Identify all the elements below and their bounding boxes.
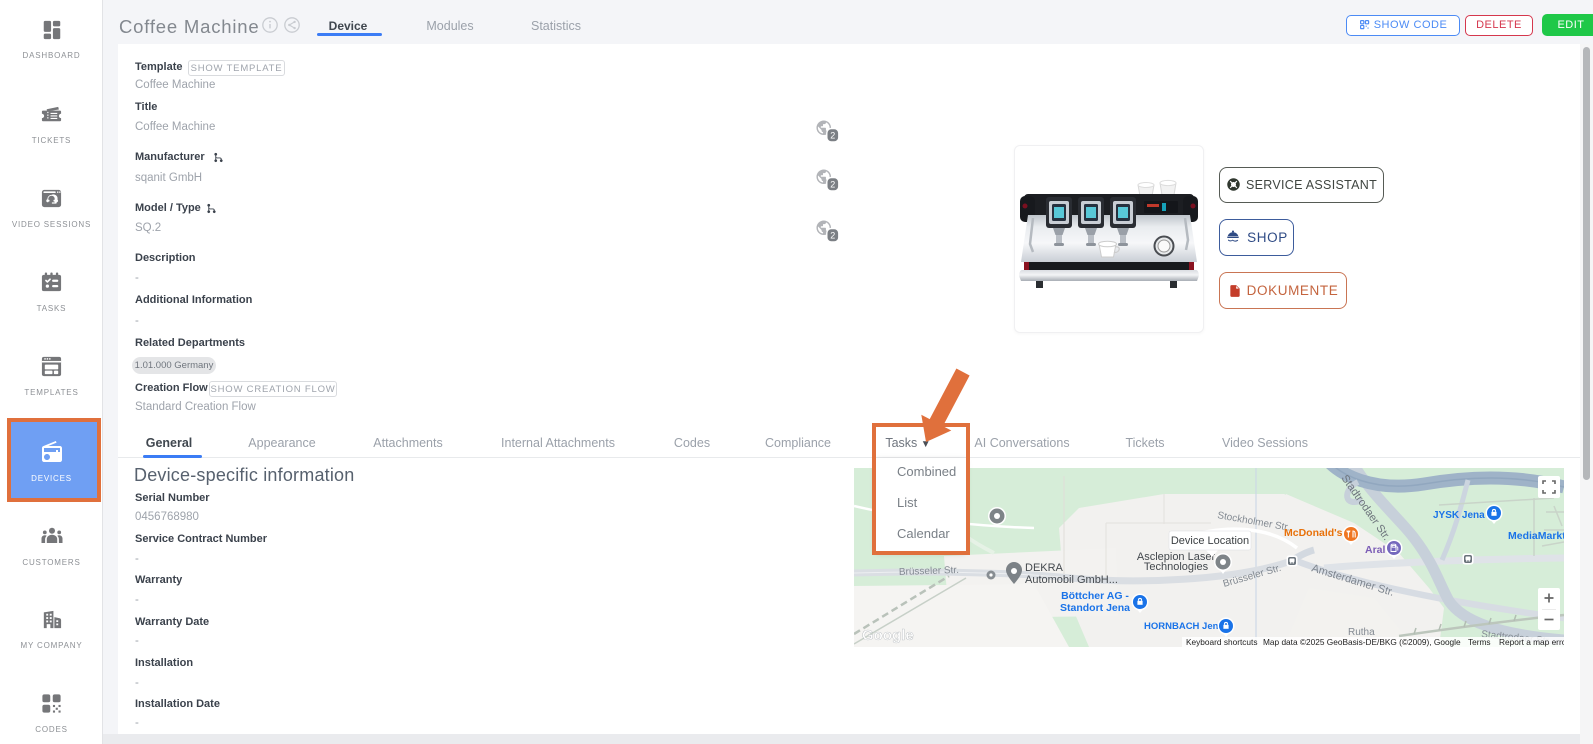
svg-text:Technologies: Technologies xyxy=(1144,561,1209,573)
svg-text:Terms: Terms xyxy=(1468,637,1491,647)
svg-text:Map data ©2025 GeoBasis-DE/BKG: Map data ©2025 GeoBasis-DE/BKG (©2009), … xyxy=(1263,637,1461,647)
svg-text:DEKRA: DEKRA xyxy=(1025,562,1064,574)
svg-text:MediaMarkt: MediaMarkt xyxy=(1508,530,1564,542)
svg-text:Device Location: Device Location xyxy=(1171,535,1249,547)
svg-text:HORNBACH Jena: HORNBACH Jena xyxy=(1144,621,1224,632)
svg-text:Report a map error: Report a map error xyxy=(1499,637,1564,647)
svg-text:JYSK Jena: JYSK Jena xyxy=(1433,510,1485,521)
svg-text:2: 2 xyxy=(830,179,835,189)
svg-text:2: 2 xyxy=(830,130,835,140)
svg-text:2: 2 xyxy=(830,230,835,240)
svg-text:Automobil GmbH...: Automobil GmbH... xyxy=(1025,574,1118,586)
svg-text:Keyboard shortcuts: Keyboard shortcuts xyxy=(1186,637,1257,647)
svg-text:Brüsseler Str.: Brüsseler Str. xyxy=(899,565,959,578)
svg-text:McDonald's: McDonald's xyxy=(1284,527,1343,539)
svg-text:Aral: Aral xyxy=(1365,544,1386,556)
svg-text:Böttcher AG -: Böttcher AG - xyxy=(1061,590,1129,602)
svg-text:Standort Jena: Standort Jena xyxy=(1060,602,1130,614)
svg-text:Google: Google xyxy=(862,627,914,644)
